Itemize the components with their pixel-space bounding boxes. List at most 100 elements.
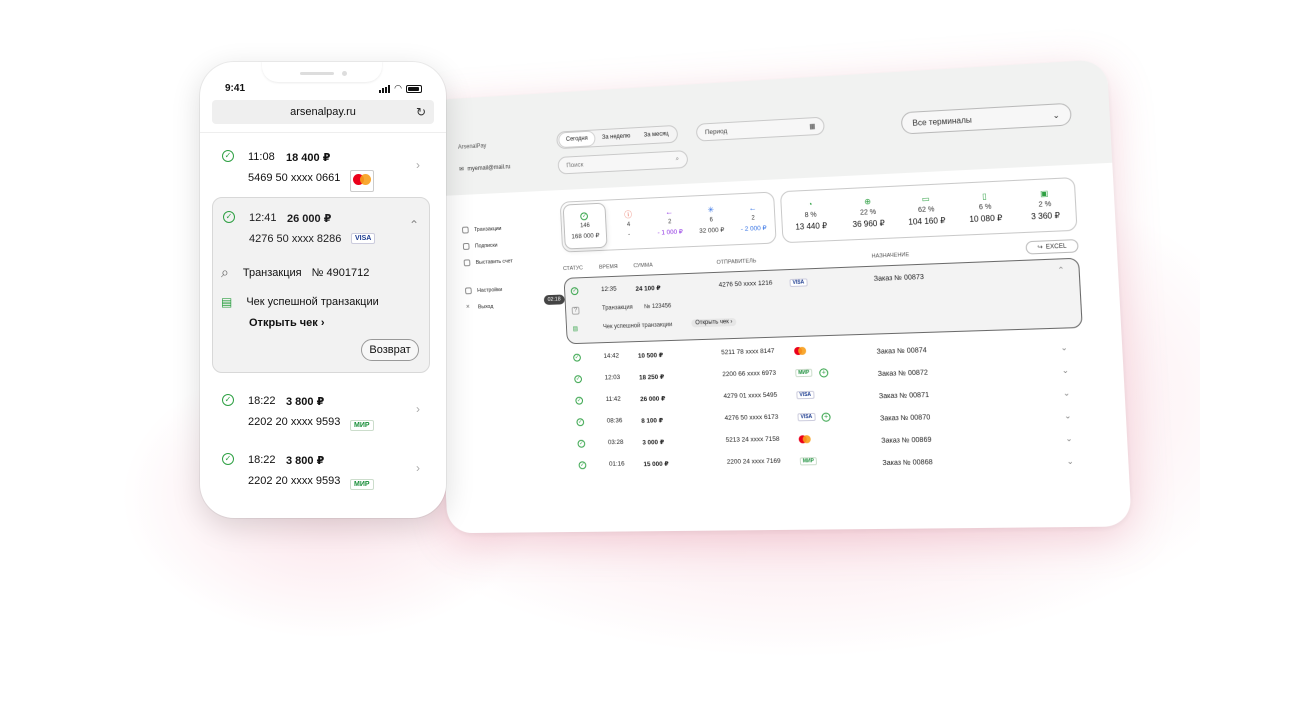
stat-sum: 32 000 ₽ — [699, 226, 725, 235]
chevron-right-icon[interactable]: › — [416, 158, 420, 172]
stat-sum: 168 000 ₽ — [571, 232, 600, 241]
receipt-icon: ▤ — [572, 326, 579, 333]
mobile-icon: ▯ — [982, 191, 988, 201]
row-sum: 8 100 ₽ — [641, 417, 664, 425]
mail-icon: ✉ — [459, 166, 464, 173]
item-card: 2202 20 xxxx 9593 — [248, 416, 341, 428]
search-icon: ⌕ — [221, 264, 229, 280]
url-text: arsenalpay.ru — [290, 106, 356, 118]
calendar-icon[interactable]: ▦ — [809, 122, 816, 130]
arrow-left-icon: ← — [748, 203, 757, 213]
column-sender: ОТПРАВИТЕЛЬ — [716, 258, 757, 266]
search-icon[interactable]: ⌕ — [675, 155, 679, 163]
stat-sum: 13 440 ₽ — [795, 221, 828, 232]
row-card: 4276 50 xxxx 1216 — [718, 279, 773, 289]
address-bar[interactable]: arsenalpay.ru ↻ — [212, 100, 434, 124]
visa-logo: VISA — [351, 233, 376, 244]
row-purpose: Заказ № 00872 — [877, 369, 929, 379]
mir-logo-wrap: МИР — [350, 473, 374, 491]
chevron-down-icon[interactable]: ⌄ — [1065, 434, 1073, 443]
stat-percent: 62 % — [917, 206, 935, 215]
stat-percent: 22 % — [859, 208, 877, 217]
phone-notch — [262, 62, 382, 82]
expanded-list-item[interactable]: ✓ 12:41 26 000 ₽ 4276 50 xxxx 8286 VISA … — [212, 197, 430, 373]
item-time: 11:08 — [248, 151, 275, 163]
stat-method-1[interactable]: ◔ 8 % 13 440 ₽ — [781, 189, 841, 242]
desktop-screen: ArsenalPay ✉ myemail@mail.ru Сегодня За … — [426, 59, 1132, 534]
chevron-down-icon[interactable]: ⌄ — [1063, 388, 1071, 397]
mir-logo: МИР — [799, 457, 818, 466]
tab-month[interactable]: За месяц — [637, 127, 676, 143]
refund-button[interactable]: Возврат — [361, 339, 419, 361]
list-item[interactable]: ✓ 18:22 3 800 ₽ 2202 20 xxxx 9593 МИР › — [222, 453, 422, 501]
chevron-down-icon[interactable]: ⌄ — [1062, 366, 1070, 375]
receipt-icon: ▤ — [221, 295, 233, 309]
stat-error[interactable]: ⓘ 4 - — [607, 199, 650, 250]
row-sum: 24 100 ₽ — [635, 284, 661, 293]
visa-logo: VISA — [789, 278, 808, 288]
row-sum: 15 000 ₽ — [643, 460, 669, 469]
chevron-up-icon[interactable]: ⌃ — [409, 218, 419, 232]
card-icon — [461, 226, 469, 234]
terminals-value: Все терминалы — [912, 114, 972, 128]
check-icon: ✓ — [576, 418, 585, 427]
stat-percent: 2 % — [1038, 200, 1052, 209]
list-item[interactable]: ✓ 18:22 3 800 ₽ 2202 20 xxxx 9593 МИР › — [222, 394, 422, 442]
row-card: 5211 78 xxxx 8147 — [721, 347, 775, 357]
stat-method-2[interactable]: ⊕ 22 % 36 960 ₽ — [838, 187, 898, 240]
open-receipt-label: Открыть чек — [249, 317, 318, 329]
reload-icon[interactable]: ↻ — [416, 100, 426, 124]
transaction-row: ⌕ Транзакция № 4901712 — [221, 264, 369, 281]
row-sum: 3 000 ₽ — [642, 439, 665, 447]
receipt-row: ▤ Чек успешной транзакции — [221, 295, 379, 309]
item-time: 18:22 — [248, 454, 276, 466]
stat-method-3[interactable]: ▭ 62 % 104 160 ₽ — [896, 184, 957, 237]
chevron-down-icon[interactable]: ⌄ — [1066, 457, 1074, 466]
list-item[interactable]: ✓ 11:08 18 400 ₽ 5469 50 xxxx 0661 › — [222, 150, 422, 198]
mir-logo-wrap: МИР — [350, 414, 374, 432]
tab-today[interactable]: Сегодня — [558, 130, 596, 149]
row-time: 12:03 — [604, 374, 621, 382]
stat-success[interactable]: ✓ 146 168 000 ₽ — [562, 202, 608, 250]
gauge-icon: ◔ — [807, 199, 813, 209]
chevron-right-icon[interactable]: › — [416, 402, 420, 416]
lock-icon — [465, 287, 472, 295]
stat-frozen[interactable]: ✳ 6 32 000 ₽ — [689, 195, 733, 246]
stat-refund[interactable]: ← 2 - 1 000 ₽ — [648, 197, 692, 248]
open-receipt-button[interactable]: Открыть чек › — [691, 317, 737, 328]
expanded-row[interactable]: ✓ 12:35 24 100 ₽ 4276 50 xxxx 1216 VISA … — [563, 257, 1083, 345]
mastercard-logo — [799, 435, 811, 443]
row-time: 01:16 — [608, 460, 625, 468]
row-purpose: Заказ № 00873 — [873, 273, 925, 283]
row-time: 08:36 — [606, 417, 623, 425]
open-receipt-label: Открыть чек — [695, 319, 729, 327]
chevron-down-icon[interactable]: ⌄ — [1060, 343, 1068, 353]
item-amount: 18 400 ₽ — [286, 152, 331, 164]
battery-icon — [406, 84, 422, 93]
open-receipt-link[interactable]: Открыть чек › — [249, 317, 325, 329]
transaction-label: Транзакция — [242, 266, 302, 279]
visa-logo: VISA — [796, 390, 815, 400]
sidebar-item-label: Выставить счет — [475, 258, 513, 266]
row-time: 03:28 — [607, 438, 624, 447]
row-purpose: Заказ № 00870 — [879, 414, 931, 423]
close-icon: × — [465, 303, 470, 311]
excel-button[interactable]: ↪ EXCEL — [1025, 239, 1079, 255]
stat-count: 146 — [580, 222, 590, 230]
row-time: 14:42 — [603, 352, 620, 360]
row-purpose: Заказ № 00868 — [882, 459, 933, 468]
tab-week[interactable]: За неделю — [595, 129, 637, 145]
stat-method-5[interactable]: ▣ 2 % 3 360 ₽ — [1014, 178, 1077, 232]
stat-chargeback[interactable]: ← 2 - 2 000 ₽ — [731, 193, 776, 245]
mastercard-logo — [350, 170, 374, 192]
check-icon: ✓ — [222, 150, 234, 162]
chevron-right-icon[interactable]: › — [416, 461, 420, 475]
status-icons: ◠ — [379, 83, 422, 94]
chevron-up-icon[interactable]: ⌃ — [1057, 265, 1065, 275]
stat-sum: - 1 000 ₽ — [657, 228, 684, 237]
sidebar-item-label: Настройки — [477, 286, 503, 294]
mir-logo: МИР — [795, 368, 813, 378]
check-icon: ✓ — [570, 287, 579, 296]
chevron-down-icon[interactable]: ⌄ — [1064, 411, 1072, 420]
stat-method-4[interactable]: ▯ 6 % 10 080 ₽ — [954, 181, 1016, 235]
